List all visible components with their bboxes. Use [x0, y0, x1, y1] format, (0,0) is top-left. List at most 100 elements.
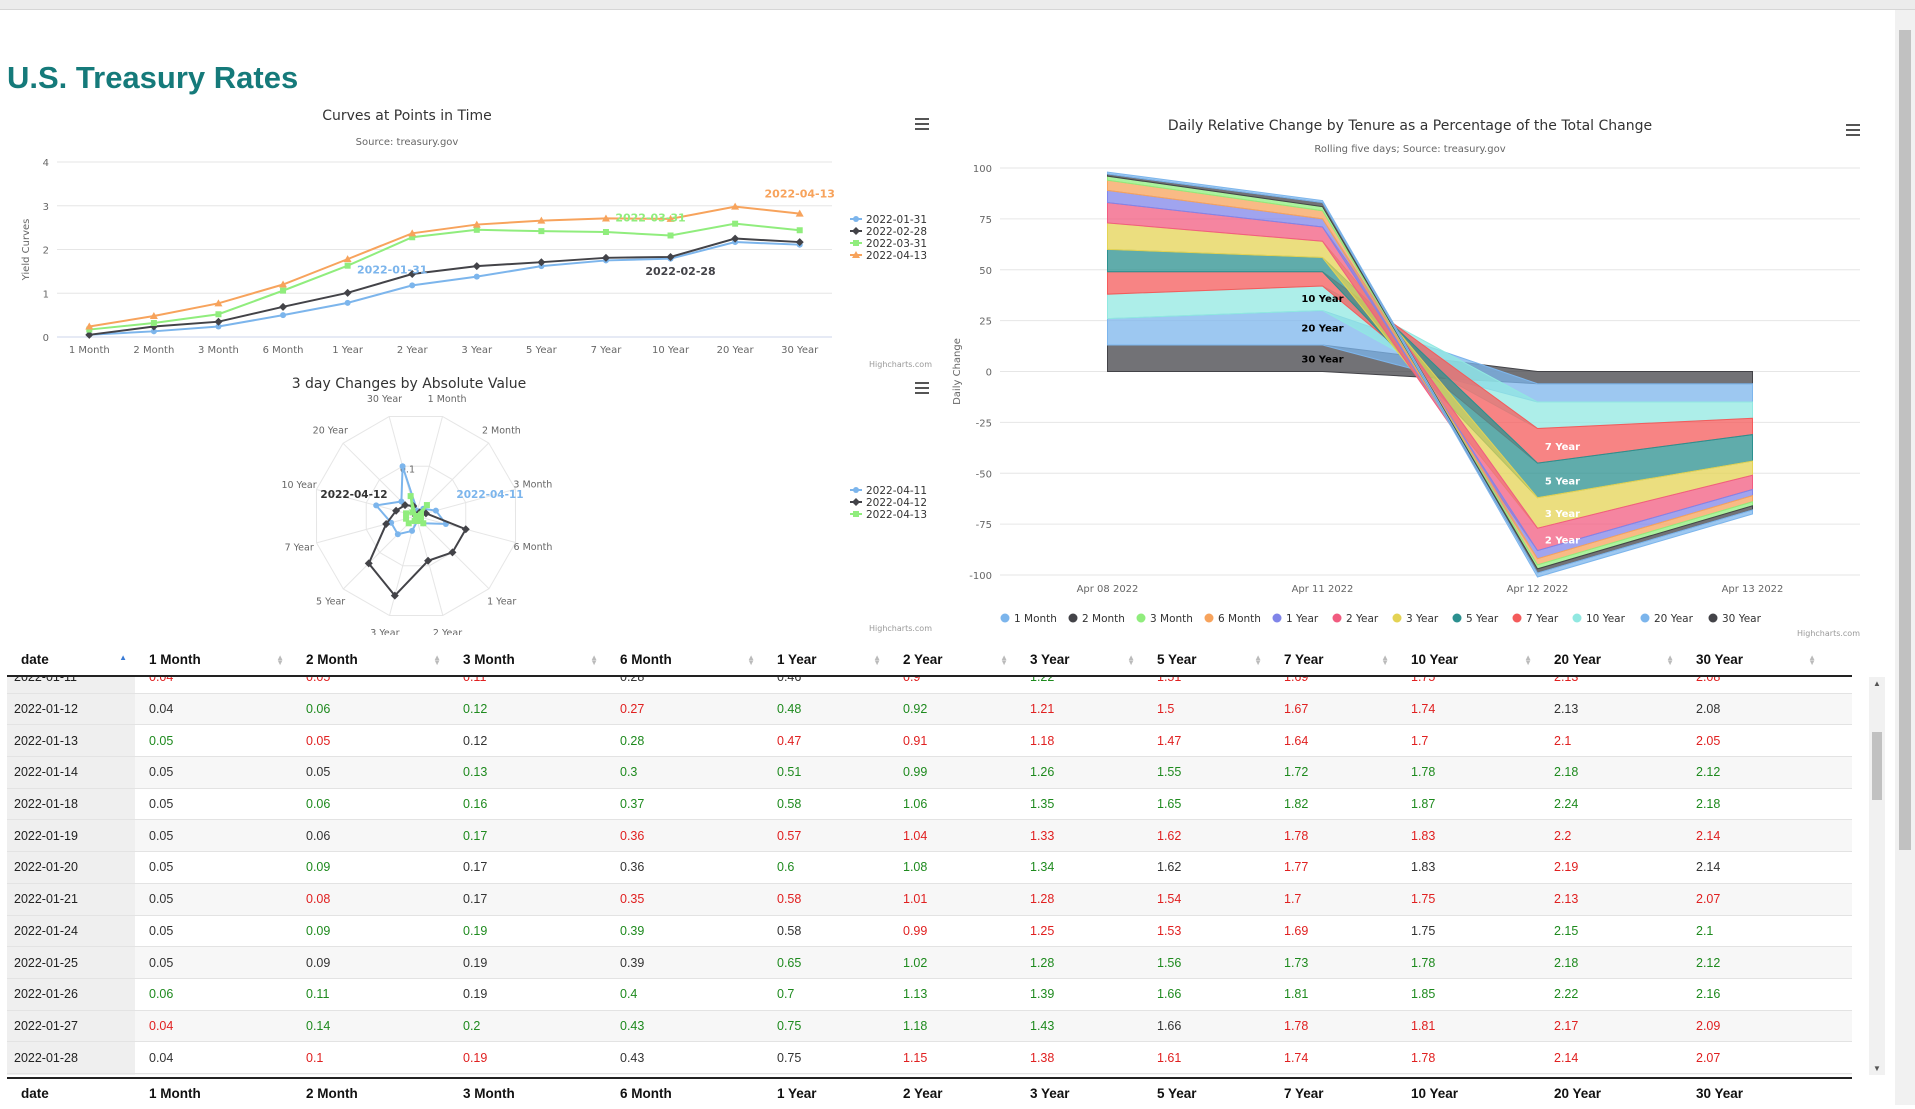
- radar-axis-label: 6 Month: [514, 542, 553, 553]
- legend-item: 20 Year: [1654, 613, 1694, 625]
- sort-icon[interactable]: ▲ ▼: [1524, 654, 1532, 667]
- x-tick-label: 6 Month: [263, 345, 304, 356]
- table-row[interactable]: 2022-01-24 0.05 0.09 0.19 0.39 0.58 0.99 1.25 1.…: [7, 915, 1852, 948]
- radar-point: [461, 525, 470, 534]
- column-header-date[interactable]: date ▲: [7, 645, 135, 675]
- scroll-up-arrow-icon[interactable]: ▲: [1873, 679, 1881, 688]
- x-tick-label: Apr 13 2022: [1722, 584, 1784, 595]
- sort-icon[interactable]: ▲: [119, 654, 127, 662]
- legend-marker: [852, 227, 860, 235]
- sort-icon[interactable]: ▲ ▼: [873, 654, 881, 667]
- sort-icon[interactable]: ▲ ▼: [1381, 654, 1389, 667]
- area-data-label: 2 Year: [1545, 535, 1580, 546]
- rate-cell: 1.81: [1411, 1018, 1436, 1033]
- area-data-label: 3 Year: [1545, 509, 1580, 520]
- page-scrollbar[interactable]: [1895, 10, 1915, 1105]
- rate-cell: 1.5: [1157, 702, 1175, 717]
- radar-point: [373, 502, 380, 509]
- data-point: [150, 320, 157, 326]
- column-header-2-month[interactable]: 2 Month ▲ ▼: [292, 645, 449, 675]
- y-tick-label: 3: [43, 202, 49, 213]
- table-row[interactable]: 2022-01-12 0.04 0.06 0.12 0.27 0.48 0.92 1.21 1.…: [7, 693, 1852, 726]
- column-header-5-year[interactable]: 5 Year ▲ ▼: [1143, 645, 1270, 675]
- rate-cell: 2.24: [1554, 797, 1579, 812]
- sort-icon[interactable]: ▲ ▼: [590, 654, 598, 667]
- column-header-label: 2 Month: [306, 652, 358, 667]
- rate-cell: 1.51: [1157, 677, 1182, 685]
- data-point: [215, 311, 222, 318]
- sort-icon[interactable]: ▲ ▼: [1000, 654, 1008, 667]
- column-header-7-year[interactable]: 7 Year ▲ ▼: [1270, 645, 1397, 675]
- column-header-3-year[interactable]: 3 Year ▲ ▼: [1016, 645, 1143, 675]
- rate-cell: 0.04: [149, 1018, 174, 1033]
- sort-icon[interactable]: ▲ ▼: [433, 654, 441, 667]
- table-row[interactable]: 2022-01-20 0.05 0.09 0.17 0.36 0.6 1.08 1.34 1.6…: [7, 852, 1852, 884]
- table-row[interactable]: 2022-01-21 0.05 0.08 0.17 0.35 0.58 1.01 1.28 1.…: [7, 883, 1852, 916]
- table-scrollbar[interactable]: ▲ ▼: [1869, 677, 1885, 1075]
- rate-cell: 0.92: [903, 702, 928, 717]
- rate-cell: 0.17: [463, 860, 488, 875]
- x-tick-label: 1 Month: [69, 345, 110, 356]
- column-header-3-month[interactable]: 3 Month ▲ ▼: [449, 645, 606, 675]
- series-line-2022-01-31: [89, 241, 800, 336]
- data-point: [472, 262, 481, 271]
- rate-cell: 1.87: [1411, 797, 1436, 812]
- rate-cell: 0.06: [306, 702, 331, 717]
- column-header-2-year[interactable]: 2 Year ▲ ▼: [889, 645, 1016, 675]
- column-header-1-year[interactable]: 1 Year ▲ ▼: [763, 645, 889, 675]
- page-scrollbar-thumb[interactable]: [1899, 30, 1911, 850]
- rate-cell: 0.51: [777, 765, 802, 780]
- rate-cell: 0.19: [463, 987, 488, 1002]
- table-row[interactable]: 2022-01-26 0.06 0.11 0.19 0.4 0.7 1.13 1.39 1.66…: [7, 978, 1852, 1011]
- radar-point: [411, 517, 418, 524]
- legend-item: 2022-02-28: [866, 226, 927, 238]
- table-row[interactable]: 2022-01-310.050.130.220.490.781.181.391.…: [7, 1073, 1852, 1075]
- data-point: [602, 229, 609, 235]
- rate-cell: 0.57: [777, 828, 802, 843]
- table-row[interactable]: 2022-01-13 0.05 0.05 0.12 0.28 0.47 0.91 1.18 1.…: [7, 725, 1852, 758]
- radar-axis-label: 20 Year: [313, 426, 348, 437]
- table-scrollbar-thumb[interactable]: [1872, 732, 1882, 800]
- sort-icon[interactable]: ▲ ▼: [276, 654, 284, 667]
- column-header-6-month[interactable]: 6 Month ▲ ▼: [606, 645, 763, 675]
- scroll-down-arrow-icon[interactable]: ▼: [1873, 1064, 1881, 1073]
- sort-icon[interactable]: ▲ ▼: [1808, 654, 1816, 667]
- column-header-30-year[interactable]: 30 Year ▲ ▼: [1682, 645, 1824, 675]
- rate-cell: 0.06: [149, 987, 174, 1002]
- table-row[interactable]: 2022-01-25 0.05 0.09 0.19 0.39 0.65 1.02 1.28 1.…: [7, 947, 1852, 979]
- rate-cell: 0.04: [149, 702, 174, 717]
- rates-table-body[interactable]: 2022-01-11 0.04 0.05 0.11 0.28 0.46 0.9 1.22 1.5…: [7, 677, 1852, 1075]
- chart-menu-icon[interactable]: [1846, 124, 1860, 136]
- y-tick-label: 2: [43, 246, 49, 257]
- sort-icon[interactable]: ▲ ▼: [1254, 654, 1262, 667]
- rate-cell: 2.1: [1554, 733, 1572, 748]
- rate-cell: 0.06: [306, 828, 331, 843]
- rate-cell: 2.12: [1696, 955, 1721, 970]
- table-row[interactable]: 2022-01-14 0.05 0.05 0.13 0.3 0.51 0.99 1.26 1.5…: [7, 757, 1852, 789]
- rate-cell: 0.12: [463, 733, 488, 748]
- legend-item: 10 Year: [1586, 613, 1626, 625]
- sort-icon[interactable]: ▲ ▼: [747, 654, 755, 667]
- table-row[interactable]: 2022-01-27 0.04 0.14 0.2 0.43 0.75 1.18 1.43 1.6…: [7, 1010, 1852, 1043]
- radar-axis-label: 5 Year: [316, 597, 345, 608]
- chart-menu-icon[interactable]: [915, 382, 929, 394]
- legend-item: 2022-03-31: [866, 238, 927, 250]
- column-header-1-month[interactable]: 1 Month ▲ ▼: [135, 645, 292, 675]
- rate-cell: 0.9: [903, 677, 921, 685]
- table-row[interactable]: 2022-01-28 0.04 0.1 0.19 0.43 0.75 1.15 1.38 1.6…: [7, 1042, 1852, 1074]
- chart-menu-icon[interactable]: [915, 118, 929, 130]
- rate-cell: 0.05: [149, 828, 174, 843]
- table-footer: date 1 Month 2 Month 3 Month 6 Month 1 Year 2 …: [7, 1077, 1852, 1109]
- rate-cell: 0.05: [149, 765, 174, 780]
- x-tick-label: 20 Year: [717, 345, 755, 356]
- radar-point: [407, 493, 414, 500]
- column-header-10-year[interactable]: 10 Year ▲ ▼: [1397, 645, 1540, 675]
- table-row[interactable]: 2022-01-19 0.05 0.06 0.17 0.36 0.57 1.04 1.33 1.…: [7, 820, 1852, 853]
- table-row[interactable]: 2022-01-11 0.04 0.05 0.11 0.28 0.46 0.9 1.22 1.5…: [7, 677, 1852, 694]
- sort-icon[interactable]: ▲ ▼: [1127, 654, 1135, 667]
- rate-cell: 2.07: [1696, 892, 1721, 907]
- sort-icon[interactable]: ▲ ▼: [1666, 654, 1674, 667]
- y-tick-label: 25: [979, 317, 992, 328]
- table-row[interactable]: 2022-01-18 0.05 0.06 0.16 0.37 0.58 1.06 1.35 1.…: [7, 788, 1852, 821]
- column-header-20-year[interactable]: 20 Year ▲ ▼: [1540, 645, 1682, 675]
